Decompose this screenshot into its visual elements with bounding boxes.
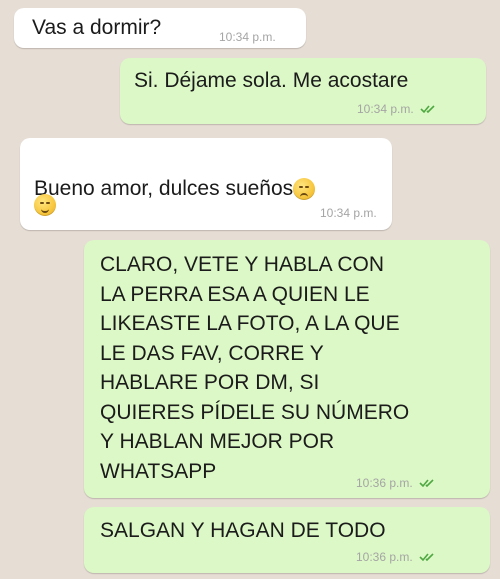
message-bubble-outgoing[interactable]: SALGAN Y HAGAN DE TODO 10:36 p.m. — [84, 507, 490, 573]
read-ticks-icon — [419, 553, 434, 562]
message-text: Vas a dormir? — [32, 16, 162, 39]
message-bubble-incoming[interactable]: Vas a dormir? 10:34 p.m. — [14, 8, 306, 48]
message-time: 10:34 p.m. — [219, 30, 276, 44]
message-text-content: Bueno amor, dulces sueños — [34, 177, 294, 200]
message-text: CLARO, VETE Y HABLA CON LA PERRA ESA A Q… — [100, 253, 410, 483]
message-text: Bueno amor, dulces sueños — [34, 148, 316, 202]
message-time: 10:36 p.m. — [356, 476, 413, 490]
chat-thread: Vas a dormir? 10:34 p.m. Si. Déjame sola… — [0, 0, 500, 579]
sad-face-emoji-icon — [293, 178, 316, 201]
message-bubble-incoming[interactable]: Bueno amor, dulces sueños 10:34 p.m. — [20, 138, 392, 230]
read-ticks-icon — [419, 479, 434, 488]
message-timestamp: 10:34 p.m. — [219, 30, 276, 44]
message-bubble-outgoing[interactable]: Si. Déjame sola. Me acostare 10:34 p.m. — [120, 58, 486, 124]
message-bubble-outgoing[interactable]: CLARO, VETE Y HABLA CON LA PERRA ESA A Q… — [84, 240, 490, 498]
message-time: 10:34 p.m. — [357, 102, 414, 116]
message-time: 10:34 p.m. — [320, 206, 377, 220]
message-time: 10:36 p.m. — [356, 550, 413, 564]
message-timestamp: 10:36 p.m. — [356, 550, 437, 564]
smile-emoji-icon — [34, 194, 56, 216]
message-text: Si. Déjame sola. Me acostare — [134, 69, 409, 92]
message-timestamp: 10:34 p.m. — [320, 206, 377, 220]
message-text: SALGAN Y HAGAN DE TODO — [100, 519, 386, 542]
message-timestamp: 10:34 p.m. — [357, 102, 438, 116]
message-timestamp: 10:36 p.m. — [356, 476, 437, 490]
read-ticks-icon — [420, 105, 435, 114]
